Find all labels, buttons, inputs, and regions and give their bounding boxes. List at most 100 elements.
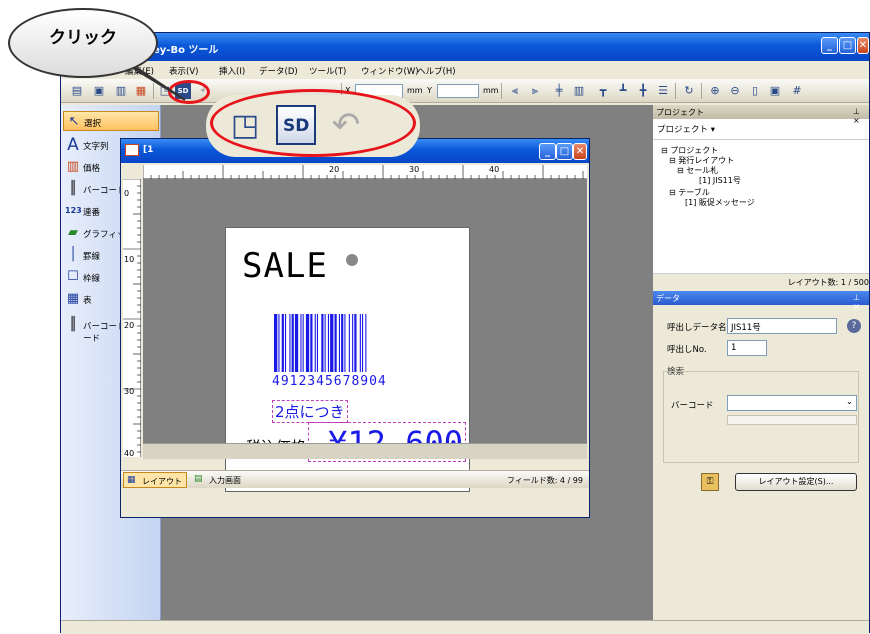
barcode-bar xyxy=(285,314,287,372)
tree-jis11[interactable]: [1] JIS11号 xyxy=(699,175,741,186)
barcode-search-select[interactable]: ⌄ xyxy=(727,395,857,411)
barcode-bar xyxy=(314,314,316,372)
barcode-bar xyxy=(344,314,346,372)
menu-window[interactable]: ウィンドウ(W) xyxy=(361,65,419,77)
pin-icon[interactable]: ⊥ × xyxy=(853,107,869,125)
layout-count-bar: レイアウト数: 1 / 500 xyxy=(653,273,869,289)
layout-window: [1 _ □ ✕ 20 30 40 0 10 20 30 40 SALE 491… xyxy=(120,138,590,518)
call-name-input[interactable]: JIS11号 xyxy=(727,318,837,334)
chevron-down-icon: ⌄ xyxy=(845,397,853,407)
y-unit: mm xyxy=(483,86,499,95)
project-dropdown[interactable]: プロジェクト ▾ xyxy=(657,123,715,135)
select-arrow-icon: ↖ xyxy=(68,114,80,129)
field-count: フィールド数: 4 / 99 xyxy=(506,476,583,485)
horizontal-scrollbar[interactable] xyxy=(143,443,587,459)
fit-page-icon[interactable]: ▣ xyxy=(767,83,783,99)
line-icon: │ xyxy=(69,247,77,262)
tab-input-screen[interactable]: ▤ 入力画面 xyxy=(191,472,255,488)
layout-window-tabs: ▦ レイアウト ▤ 入力画面 フィールド数: 4 / 99 xyxy=(121,470,589,488)
tree-promo-message[interactable]: [1] 販促メッセージ xyxy=(685,197,755,208)
barcode-bar xyxy=(362,314,364,372)
call-no-input[interactable]: 1 xyxy=(727,340,767,356)
align-top-icon[interactable]: ┳ xyxy=(595,83,611,99)
barcode-bar xyxy=(352,314,354,372)
menu-tools[interactable]: ツール(T) xyxy=(309,65,346,77)
align-middle-icon[interactable]: ╋ xyxy=(635,83,651,99)
input-tab-icon: ▤ xyxy=(194,474,203,484)
layout-canvas[interactable]: SALE 4912345678904 2点につき 税込価格 ¥12,600 xyxy=(143,179,587,492)
tree-label: プロジェクト xyxy=(670,146,719,155)
menu-data[interactable]: データ(D) xyxy=(259,65,298,77)
rotate-icon[interactable]: ↻ xyxy=(681,83,697,99)
align-left-icon[interactable]: ⫷ xyxy=(507,83,523,99)
palette-label: 枠線 xyxy=(83,274,101,284)
tab-layout[interactable]: ▦ レイアウト xyxy=(123,472,187,488)
layout-window-title: [1 xyxy=(143,145,154,155)
barcode-bar xyxy=(330,314,334,372)
barcode-bar xyxy=(324,314,326,372)
palette-label: 選択 xyxy=(84,119,102,129)
child-close-button[interactable]: ✕ xyxy=(573,143,587,160)
child-minimize-button[interactable]: _ xyxy=(539,143,556,160)
layout-doc-icon xyxy=(125,144,139,156)
palette-label: 表 xyxy=(83,296,92,306)
y-input[interactable] xyxy=(437,84,479,98)
align-bottom-icon[interactable]: ┻ xyxy=(615,83,631,99)
barcode-digits: 4912345678904 xyxy=(272,374,387,389)
palette-label: 連番 xyxy=(83,208,101,218)
menu-help[interactable]: ヘルプ(H) xyxy=(417,65,456,77)
ruler-top-ticks xyxy=(142,165,584,179)
page-icon[interactable]: ▯ xyxy=(747,83,763,99)
note-text[interactable]: 2点につき xyxy=(272,400,348,423)
ruler-top-30: 30 xyxy=(409,165,420,174)
layout-settings-button[interactable]: レイアウト設定(S)... xyxy=(735,473,857,491)
project-pane-title: プロジェクト xyxy=(656,108,704,117)
ruler-left-0: 0 xyxy=(124,189,130,198)
barcode-bar xyxy=(274,314,278,372)
close-button[interactable]: ✕ xyxy=(857,37,869,54)
highlight-ring-large xyxy=(210,89,416,157)
help-icon[interactable]: ? xyxy=(847,319,861,333)
barcode-bar xyxy=(289,314,291,372)
barcode-bar xyxy=(348,314,350,372)
ruler-left: 0 10 20 30 40 xyxy=(123,178,141,458)
sale-text[interactable]: SALE xyxy=(242,246,328,286)
pin-icon[interactable]: ⊥ × xyxy=(853,293,869,311)
zoom-in-icon[interactable]: ⊕ xyxy=(707,83,723,99)
tree-label: 発行レイアウト xyxy=(678,156,735,165)
palette-label: 価格 xyxy=(83,164,101,174)
tree-label: テーブル xyxy=(678,188,710,197)
tab-layout-label: レイアウト xyxy=(142,477,182,486)
distribute-icon[interactable]: ▥ xyxy=(571,83,587,99)
tree-label: [1] 販促メッセージ xyxy=(685,198,755,207)
price-icon: ▥ xyxy=(66,159,80,174)
palette-label: 罫線 xyxy=(83,252,101,262)
barcode-bar xyxy=(278,314,280,372)
arrange-icon[interactable]: ☰ xyxy=(655,83,671,99)
zoom-out-icon[interactable]: ⊖ xyxy=(727,83,743,99)
grid-icon[interactable]: # xyxy=(789,83,805,99)
ruler-left-10: 10 xyxy=(124,255,135,264)
barcode-bar xyxy=(334,314,337,372)
barcode-graphic[interactable] xyxy=(274,314,418,372)
palette-select[interactable]: ↖ 選択 xyxy=(63,111,159,131)
palette-label: 文字列 xyxy=(83,142,109,152)
barcode-bar xyxy=(281,314,284,372)
barcode-bar xyxy=(305,314,310,372)
minimize-button[interactable]: _ xyxy=(821,37,838,54)
barcode-bar xyxy=(302,314,304,372)
ruler-top-40: 40 xyxy=(489,165,500,174)
layout-settings-icon[interactable]: ⚿ xyxy=(701,473,719,491)
barcode-bar xyxy=(338,314,340,372)
child-maximize-button[interactable]: □ xyxy=(556,143,573,160)
ruler-top-20: 20 xyxy=(329,165,340,174)
barcode-search-label: バーコード xyxy=(671,401,714,411)
barcode-icon: ║ xyxy=(69,181,77,196)
align-right-icon[interactable]: ⫸ xyxy=(527,83,543,99)
barcode-bar xyxy=(294,314,299,372)
maximize-button[interactable]: □ xyxy=(839,37,856,54)
barcode-bar xyxy=(341,314,344,372)
ruler-top: 20 30 40 xyxy=(142,165,587,179)
align-center-icon[interactable]: ╪ xyxy=(551,83,567,99)
barcode-bar xyxy=(310,314,313,372)
